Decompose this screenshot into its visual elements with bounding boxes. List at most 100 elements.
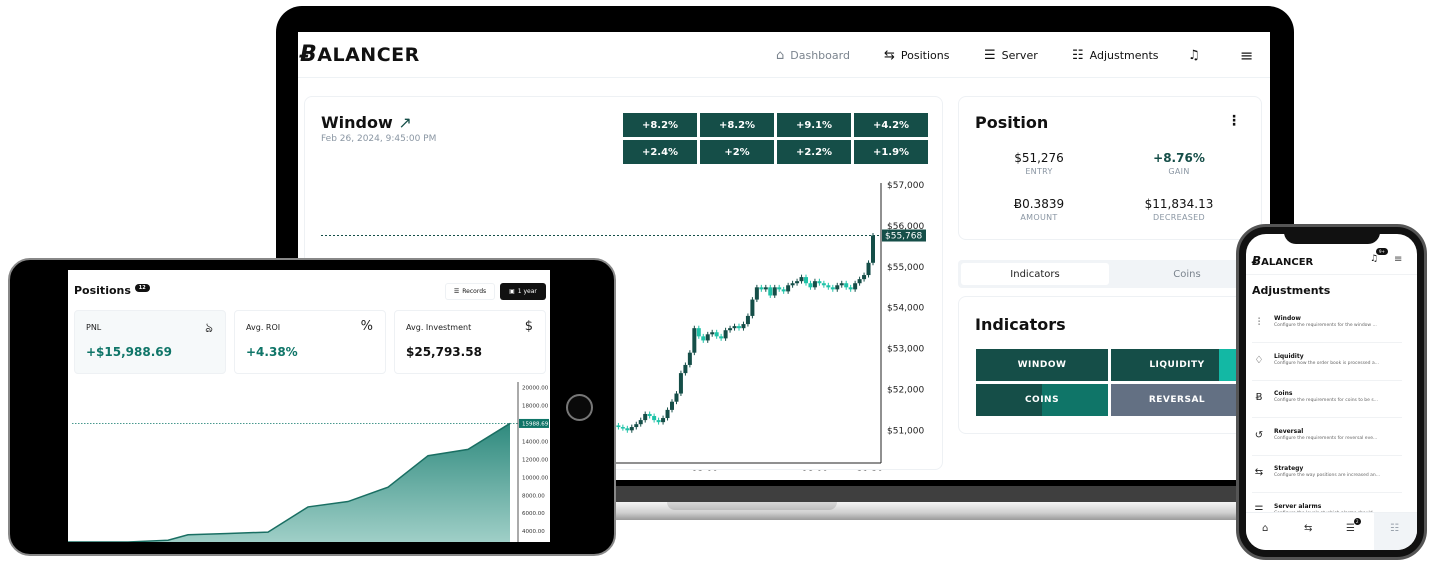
candle-body [616, 425, 621, 428]
nav-positions[interactable]: ⇆ Positions [884, 32, 949, 78]
candle-body [665, 409, 670, 419]
bell-icon: ♫ [1370, 254, 1379, 264]
adjustment-item-description: Configure how the order book is processe… [1274, 360, 1380, 366]
bottom-nav-server[interactable]: ☰ 2 [1346, 518, 1361, 534]
x-tick-label: 18:00 [802, 470, 828, 471]
more-options-icon[interactable]: ⋮ [1227, 113, 1241, 129]
adjustment-item-description: Configure the way positions are increase… [1274, 473, 1381, 478]
candle-body [710, 332, 715, 335]
x-tick-label: 12:00 [692, 470, 718, 471]
candle-body [812, 281, 817, 288]
candle-body [777, 287, 782, 290]
adjustment-item-title: Window [1274, 315, 1301, 322]
y-tick-label: $51,000 [887, 426, 924, 436]
candle-body [705, 334, 710, 341]
stat-entry: $51,276 ENTRY [1014, 151, 1064, 176]
menu-button[interactable]: ≡ [1240, 32, 1253, 78]
avg-roi-card: Avg. ROI % +4.38% [234, 310, 386, 374]
phone-screen: ɃALANCER ♫ 9+ ≡ Adjustments ⫶ Window Confi… [1246, 234, 1417, 550]
adjustment-item-window[interactable]: ⫶ Window Configure the requirements for th… [1252, 306, 1402, 343]
candle-body [692, 328, 697, 353]
percentage-cell: +8.2% [700, 113, 774, 137]
pnl-area-chart: 4000.00 6000.00 8000.00 10000.00 12000.00 140… [68, 382, 549, 542]
adjustment-item-description: Configure the requirements for the windo… [1274, 323, 1377, 328]
tablet-home-button [566, 394, 593, 421]
candle-body [638, 420, 643, 425]
phone-notch [1284, 230, 1380, 244]
candle-body [830, 287, 835, 290]
candle-body [670, 401, 674, 410]
indicator-window[interactable]: WINDOW [976, 349, 1108, 381]
candle-body [745, 315, 750, 325]
bottom-nav-adjustments[interactable]: ☷ [1374, 513, 1417, 550]
swap-icon: ⇆ [1304, 523, 1313, 534]
nav-server[interactable]: ☰ Server [984, 32, 1038, 78]
candle-body [674, 393, 679, 402]
percentage-cell: +2% [700, 140, 774, 164]
y-tick-label: 6000.00 [522, 511, 545, 517]
adjustment-item-strategy[interactable]: ⇆ Strategy Configure the way positions are… [1252, 456, 1402, 493]
percentage-cell: +2.4% [623, 140, 697, 164]
notifications-button[interactable]: ♫ [1188, 32, 1200, 78]
candle-body [848, 287, 853, 290]
indicator-liquidity[interactable]: LIQUIDITY [1111, 349, 1243, 381]
calendar-icon: ▣ [509, 288, 515, 295]
brand-logo[interactable]: ɃALANCER [300, 42, 420, 67]
candle-body [763, 287, 768, 290]
adjustment-item-title: Reversal [1274, 427, 1304, 435]
phone-brand-logo[interactable]: ɃALANCER [1252, 254, 1313, 268]
candle-body [772, 287, 777, 296]
period-button[interactable]: ▣ 1 year [500, 283, 546, 300]
indicator-reversal[interactable]: REVERSAL [1111, 384, 1243, 416]
candle-body [826, 285, 831, 288]
indicator-coins[interactable]: COINS [976, 384, 1108, 416]
phone-menu-button[interactable]: ≡ [1394, 254, 1402, 265]
percentage-cell: +8.2% [623, 113, 697, 137]
candle-body [844, 283, 849, 288]
sliders-icon: ☷ [1072, 47, 1084, 63]
candle-body [652, 416, 657, 421]
adjustment-item-title: Liquidity [1274, 352, 1304, 360]
candle-body [804, 277, 808, 284]
candle-body [821, 283, 826, 286]
server-badge: 2 [1354, 518, 1361, 525]
y-tick-label: 4000.00 [522, 529, 545, 535]
candle-body [719, 336, 724, 339]
sliders-icon: ☷ [1390, 523, 1399, 534]
phone-bell-button[interactable]: ♫ 9+ [1370, 248, 1388, 264]
candle-body [728, 328, 733, 331]
candle-body [839, 283, 844, 286]
percentage-cell: +4.2% [854, 113, 928, 137]
candle-body [817, 281, 822, 284]
bottom-nav-positions[interactable]: ⇆ [1304, 523, 1312, 534]
y-tick-label: $53,000 [887, 345, 924, 355]
positions-title: Positions 12 [74, 284, 150, 297]
bottom-nav-home[interactable]: ⌂ [1262, 523, 1268, 534]
position-title: Position [975, 113, 1049, 132]
candle-body [643, 413, 648, 421]
candle-body [737, 326, 741, 329]
adjustment-item-coins[interactable]: Ƀ Coins Configure the requirements for coi… [1252, 381, 1402, 418]
adjustment-item-description: Configure the requirements for coins to … [1274, 398, 1378, 403]
candle-body [687, 352, 692, 365]
swap-icon: ⇆ [1254, 467, 1264, 478]
hamburger-menu-icon: ≡ [1240, 45, 1254, 65]
positions-count-badge: 12 [134, 284, 150, 292]
notification-badge: 9+ [1376, 248, 1388, 255]
candle-body [723, 330, 728, 339]
y-tick-label: 20000.00 [522, 385, 549, 391]
records-button[interactable]: ☰ Records [445, 283, 495, 300]
candle-body [661, 418, 666, 423]
nav-dashboard[interactable]: ⌂ Dashboard [776, 32, 850, 78]
adjustment-item-title: Coins [1274, 390, 1293, 397]
nav-adjustments[interactable]: ☷ Adjustments [1072, 32, 1159, 78]
candle-body [732, 326, 737, 329]
candle-body [871, 235, 875, 263]
candle-body [656, 420, 661, 423]
y-tick-label: $52,000 [887, 385, 924, 395]
candle-body [781, 289, 786, 292]
adjustment-item-liquidity[interactable]: ♢ Liquidity Configure how the order book i… [1252, 344, 1402, 381]
adjustment-item-reversal[interactable]: ↺ Reversal Configure the requirements for … [1252, 419, 1402, 456]
tab-indicators[interactable]: Indicators [961, 263, 1109, 285]
server-icon: ☰ [984, 47, 996, 63]
